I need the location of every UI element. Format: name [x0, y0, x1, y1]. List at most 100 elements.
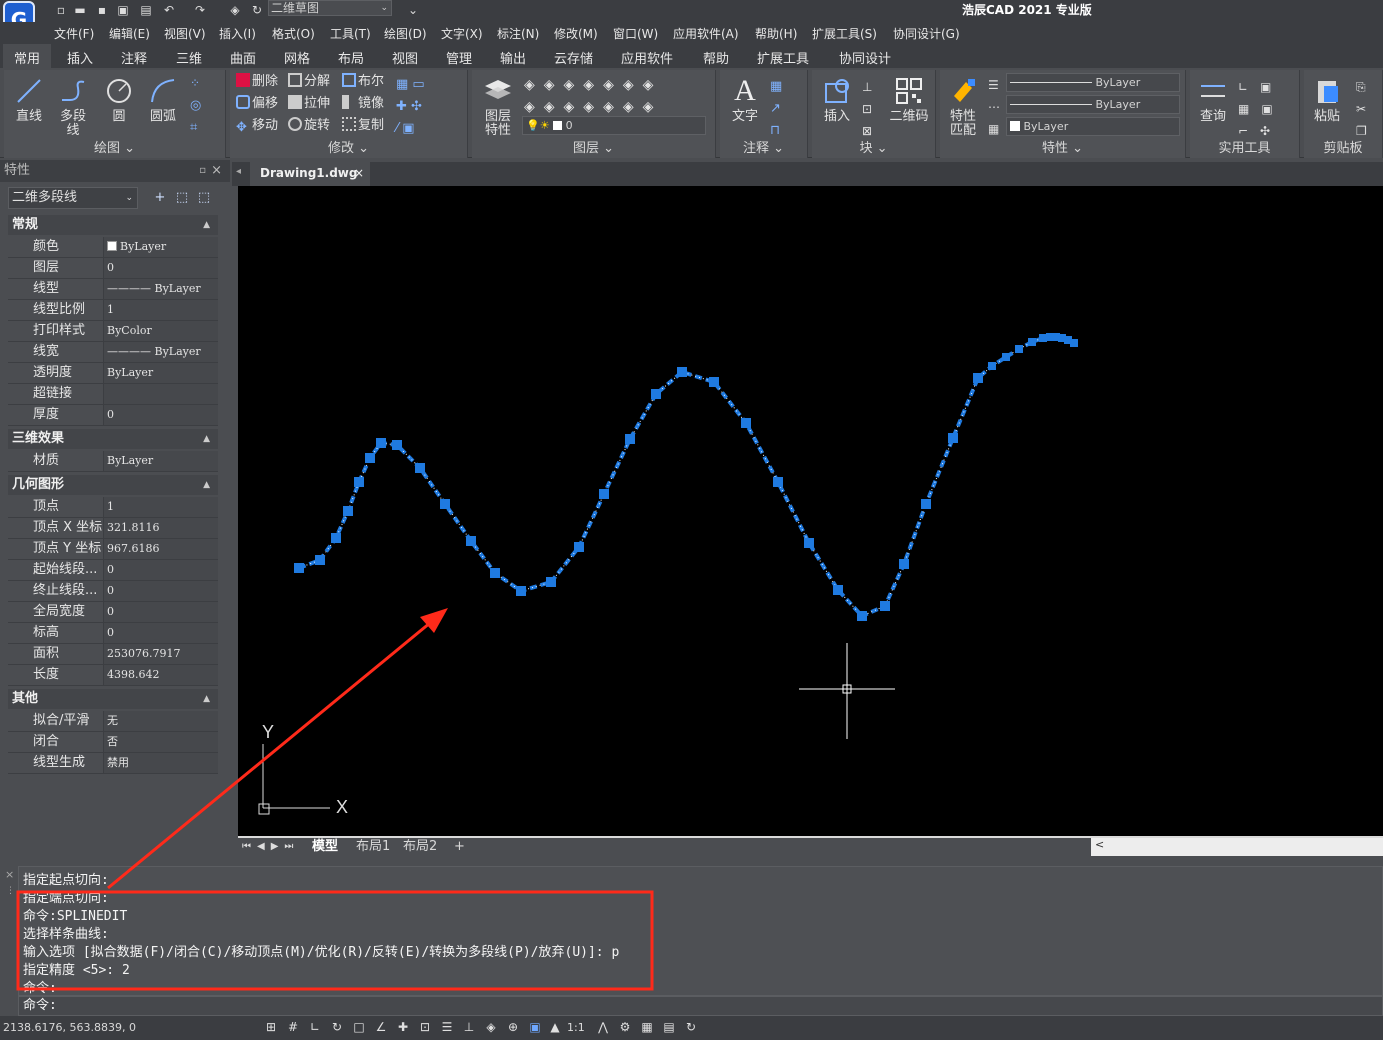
- menu-apps[interactable]: 应用软件(A): [673, 25, 739, 42]
- menu-tools[interactable]: 工具(T): [330, 25, 371, 42]
- property-value[interactable]: 0: [104, 560, 218, 580]
- tab-mesh[interactable]: 网格: [284, 48, 310, 67]
- vertex-grip[interactable]: [294, 563, 304, 573]
- zoom-icon[interactable]: ⊕: [506, 1020, 520, 1034]
- vertex-grip[interactable]: [973, 373, 983, 383]
- add-layout-tab[interactable]: +: [454, 838, 465, 856]
- redo-icon[interactable]: ↷: [193, 3, 207, 17]
- property-value[interactable]: 无: [104, 711, 218, 731]
- vertex-grip[interactable]: [651, 389, 661, 399]
- vertex-grip[interactable]: [899, 559, 909, 569]
- tab-3d[interactable]: 三维: [176, 48, 202, 67]
- vertex-grip[interactable]: [804, 538, 814, 548]
- property-value[interactable]: 4398.642: [104, 665, 218, 685]
- panel-block-label[interactable]: 块 ⌄: [812, 137, 935, 156]
- transparency-icon[interactable]: ⊥: [462, 1020, 476, 1034]
- property-value[interactable]: ———— ByLayer: [104, 279, 218, 299]
- panel-annotation-label[interactable]: 注释 ⌄: [720, 137, 807, 156]
- hatch-icon[interactable]: ⁘: [190, 76, 200, 90]
- vertex-grip[interactable]: [1015, 345, 1023, 353]
- vertex-grip[interactable]: [315, 555, 325, 565]
- osnap-icon[interactable]: □: [352, 1020, 366, 1034]
- ortho-icon[interactable]: ∟: [308, 1020, 322, 1034]
- vertex-grip[interactable]: [415, 463, 425, 473]
- save-as-icon[interactable]: ▣: [116, 3, 130, 17]
- clipboard-tool-icons[interactable]: ⎘ ✂ ❐: [1356, 76, 1367, 142]
- tab-model[interactable]: 模型: [312, 838, 338, 856]
- property-row[interactable]: 线型生成 禁用: [8, 753, 218, 774]
- vertex-grip[interactable]: [921, 499, 931, 509]
- menu-view[interactable]: 视图(V): [164, 25, 206, 42]
- collapse-icon[interactable]: ▲: [203, 475, 210, 495]
- property-row[interactable]: 终止线段... 0: [8, 581, 218, 602]
- vertex-grip[interactable]: [392, 440, 402, 450]
- vertex-grip[interactable]: [1028, 338, 1036, 346]
- property-row[interactable]: 厚度 0: [8, 405, 218, 426]
- vertex-grip[interactable]: [354, 477, 364, 487]
- annotation-tool-icons[interactable]: ▦ ↗ ⊓: [770, 76, 782, 142]
- property-row[interactable]: 长度 4398.642: [8, 665, 218, 686]
- print-icon[interactable]: ▤: [139, 3, 153, 17]
- layers-icon[interactable]: ◈: [228, 3, 242, 17]
- layer-properties-button[interactable]: 图层特性: [478, 74, 518, 138]
- paste-button[interactable]: 粘贴: [1308, 74, 1346, 124]
- stretch-button[interactable]: 拉伸: [288, 95, 330, 113]
- toggle-pickadd-icon[interactable]: +: [152, 190, 168, 206]
- collapse-icon[interactable]: ▲: [203, 429, 210, 449]
- section-geometry[interactable]: 几何图形 ▲: [8, 475, 218, 495]
- property-value[interactable]: ByLayer: [104, 237, 218, 257]
- tab-extensions[interactable]: 扩展工具: [757, 48, 809, 67]
- vertex-grip[interactable]: [440, 499, 450, 509]
- pin-icon[interactable]: ▫: [199, 160, 206, 182]
- property-row[interactable]: 超链接: [8, 384, 218, 405]
- property-value[interactable]: ByColor: [104, 321, 218, 341]
- vertex-grip[interactable]: [365, 453, 375, 463]
- property-value[interactable]: 0: [104, 258, 218, 278]
- polyline-button[interactable]: 多段线: [54, 74, 92, 138]
- property-row[interactable]: 拟合/平滑无: [8, 711, 218, 732]
- tab-collab[interactable]: 协同设计: [839, 48, 891, 67]
- property-row[interactable]: 闭合否: [8, 732, 218, 753]
- property-value[interactable]: [104, 384, 218, 404]
- vertex-grip[interactable]: [574, 542, 584, 552]
- lineweight-icon[interactable]: ☰: [440, 1020, 454, 1034]
- property-value[interactable]: ByLayer: [104, 363, 218, 383]
- object-type-select[interactable]: 二维多段线 ⌄: [8, 187, 138, 209]
- menu-edit[interactable]: 编辑(E): [109, 25, 150, 42]
- erase-button[interactable]: 删除: [236, 73, 278, 91]
- annotation-scale-icon[interactable]: ⋀: [596, 1020, 610, 1034]
- select-objects-icon[interactable]: ⬚: [174, 190, 190, 206]
- property-row[interactable]: 面积 253076.7917: [8, 644, 218, 665]
- block-tool-icons[interactable]: ⊥ ⊡ ⊠: [862, 76, 872, 142]
- qrcode-button[interactable]: 二维码: [888, 74, 930, 124]
- tab-layout[interactable]: 布局: [338, 48, 364, 67]
- vertex-grip[interactable]: [988, 362, 996, 370]
- circle-button[interactable]: 圆: [100, 74, 138, 124]
- property-value[interactable]: 0: [104, 602, 218, 622]
- property-row[interactable]: 顶点 1: [8, 497, 218, 518]
- property-row[interactable]: 材质 ByLayer: [8, 451, 218, 472]
- property-row[interactable]: 线型 ———— ByLayer: [8, 279, 218, 300]
- collapse-icon[interactable]: ▲: [203, 689, 210, 709]
- layer-tool-icons[interactable]: ◈◈◈◈◈◈◈ ◈◈◈◈◈◈◈: [524, 74, 710, 118]
- boolean-button[interactable]: 布尔: [342, 73, 384, 91]
- property-value[interactable]: 321.8116: [104, 518, 218, 538]
- vertex-grip[interactable]: [741, 418, 751, 428]
- workspace-select[interactable]: 二维草图 ⌄: [268, 0, 392, 16]
- quick-select-icon[interactable]: ⬚: [196, 190, 212, 206]
- section-general[interactable]: 常规 ▲: [8, 215, 218, 235]
- tab-cloud[interactable]: 云存储: [554, 48, 593, 67]
- move-button[interactable]: ✥ 移动: [236, 117, 278, 135]
- horizontal-scrollbar[interactable]: <: [1091, 838, 1383, 856]
- layout-nav-icons[interactable]: ⏮◀▶⏭: [242, 838, 299, 856]
- workspace-switch-icon[interactable]: ⚙: [618, 1020, 632, 1034]
- layer-status-icon[interactable]: ◈: [484, 1020, 498, 1034]
- command-options-icon[interactable]: ⋮: [6, 886, 15, 896]
- save-icon[interactable]: ▪: [95, 3, 109, 17]
- tab-annotate[interactable]: 注释: [121, 48, 147, 67]
- utility-tool-icons[interactable]: ∟▣ ▦▣ ⌐✣: [1238, 76, 1285, 142]
- vertex-grip[interactable]: [709, 377, 719, 387]
- close-palette-icon[interactable]: ×: [211, 160, 222, 182]
- vertex-grip[interactable]: [490, 568, 500, 578]
- menu-file[interactable]: 文件(F): [54, 25, 94, 42]
